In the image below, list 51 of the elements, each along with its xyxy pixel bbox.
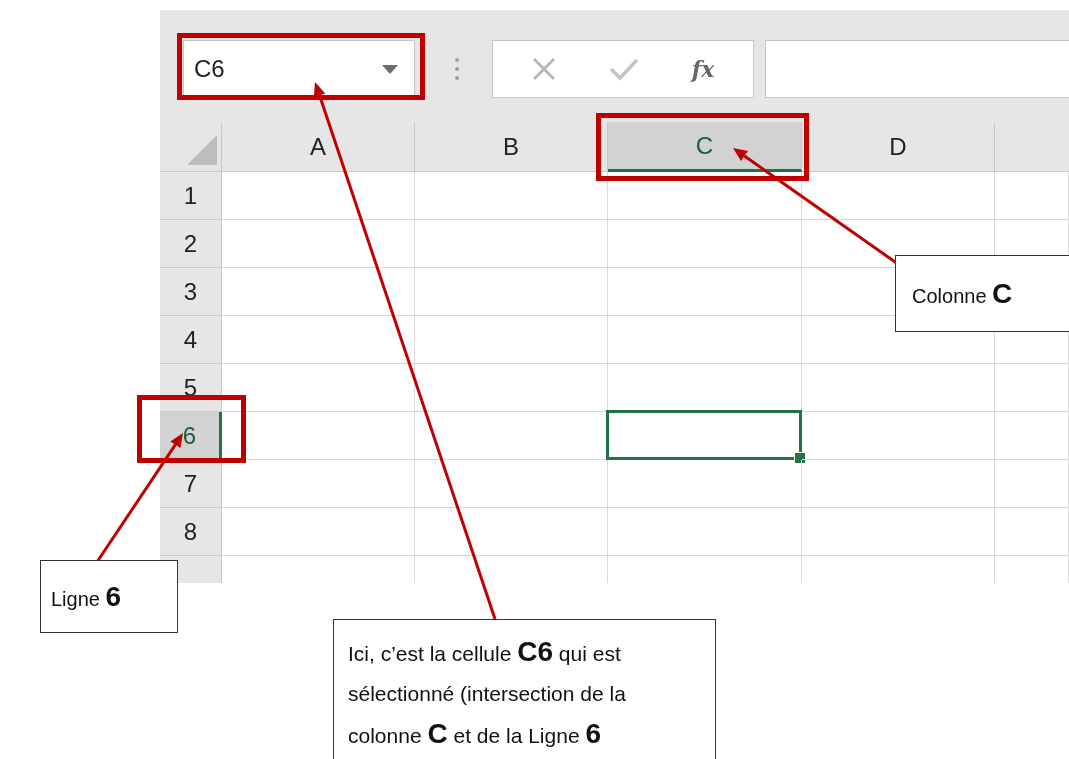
grid-cell[interactable] — [222, 268, 415, 316]
grid-cell[interactable] — [415, 316, 608, 364]
grid-cell[interactable] — [995, 412, 1069, 460]
grid-cell[interactable] — [222, 316, 415, 364]
row-header[interactable]: 6 — [160, 412, 222, 460]
column-header[interactable]: D — [802, 122, 995, 172]
grid-cell[interactable] — [222, 508, 415, 556]
select-all-icon[interactable] — [187, 135, 217, 165]
row-header[interactable]: 8 — [160, 508, 222, 556]
name-box[interactable]: C6 — [183, 40, 415, 98]
grid-cell[interactable] — [995, 508, 1069, 556]
column-header[interactable] — [995, 122, 1069, 172]
grid-cell[interactable] — [995, 460, 1069, 508]
grid-cell[interactable] — [802, 460, 995, 508]
grid-cell[interactable] — [608, 220, 802, 268]
grid-cell[interactable] — [415, 268, 608, 316]
grid-cell[interactable] — [608, 460, 802, 508]
grid-cell[interactable] — [222, 220, 415, 268]
column-header[interactable]: C — [608, 122, 802, 172]
grid-cell[interactable] — [802, 412, 995, 460]
grid-cell[interactable] — [608, 508, 802, 556]
grid-cell[interactable] — [415, 172, 608, 220]
row-header[interactable]: 7 — [160, 460, 222, 508]
callout-text: Ligne 6 — [51, 580, 122, 613]
caret-icon[interactable] — [382, 64, 398, 74]
grid-cell[interactable] — [608, 172, 802, 220]
row-header[interactable]: 1 — [160, 172, 222, 220]
grid-cell[interactable] — [802, 508, 995, 556]
grid-cell[interactable] — [222, 460, 415, 508]
grid-cell[interactable] — [608, 316, 802, 364]
row-header[interactable]: 4 — [160, 316, 222, 364]
grid-cell[interactable] — [222, 172, 415, 220]
grid-cell[interactable] — [415, 460, 608, 508]
callout-text: Colonne C — [912, 277, 1013, 310]
row-header[interactable]: 3 — [160, 268, 222, 316]
grid-cell[interactable] — [802, 364, 995, 412]
grip-icon — [454, 57, 460, 81]
grid-cell[interactable] — [415, 508, 608, 556]
callout-text: Ici, c’est la cellule C6 qui est sélectionné (intersection de la colonne C et de la Ligne 6 — [348, 635, 627, 751]
grid-cell[interactable] — [222, 364, 415, 412]
grid-cell[interactable] — [415, 364, 608, 412]
grid-cell[interactable] — [608, 268, 802, 316]
grid-cell[interactable] — [415, 220, 608, 268]
insert-function-button[interactable]: fx — [687, 52, 719, 86]
grid-cell[interactable] — [802, 172, 995, 220]
formula-input[interactable] — [765, 40, 1069, 98]
grid-cell[interactable] — [995, 172, 1069, 220]
row-header[interactable]: 2 — [160, 220, 222, 268]
column-header[interactable]: B — [415, 122, 608, 172]
grid-cell[interactable] — [995, 364, 1069, 412]
column-header[interactable]: A — [222, 122, 415, 172]
